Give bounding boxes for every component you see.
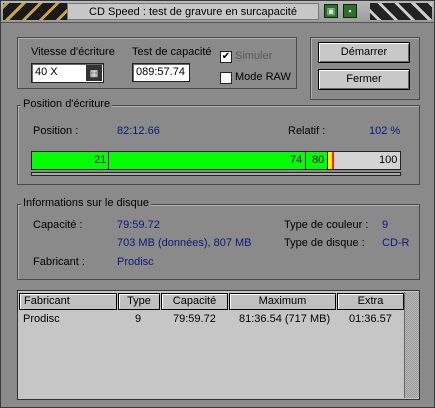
relative-label: Relatif : <box>288 125 326 137</box>
column-header-type[interactable]: Type <box>118 293 160 310</box>
progress-segment-2 <box>109 152 306 169</box>
close-window-icon[interactable]: ▪ <box>343 4 357 18</box>
cell-manufacturer: Prodisc <box>23 313 60 325</box>
title-decoration-left <box>3 3 67 20</box>
start-button[interactable]: Démarrer <box>318 42 410 63</box>
table-scrollbar[interactable] <box>404 292 419 398</box>
progress-mark-1: 21 <box>94 154 107 166</box>
cell-type: 9 <box>135 313 142 325</box>
capacity-test-input[interactable]: 089:57.74 <box>132 63 190 82</box>
progress-mark-4: 100 <box>379 154 398 166</box>
write-speed-value: 40 X <box>35 66 58 78</box>
cell-extra: 01:36.57 <box>349 313 392 325</box>
column-header-capacity[interactable]: Capacité <box>161 293 228 310</box>
relative-value: 102 % <box>369 125 401 137</box>
column-header-manufacturer[interactable]: Fabricant <box>19 293 117 310</box>
close-button[interactable]: Fermer <box>318 69 410 90</box>
write-progress-bar: 21 74 80 100 <box>31 151 401 170</box>
manufacturer-value: Prodisc <box>117 256 154 268</box>
dye-type-value: 9 <box>382 219 389 231</box>
capacity-label: Capacité : <box>33 219 83 231</box>
write-position-title: Position d'écriture <box>21 98 113 110</box>
position-label: Position : <box>33 125 79 137</box>
capacity-detail: 703 MB (données), 807 MB <box>117 237 252 249</box>
cell-maximum: 81:36.54 (717 MB) <box>239 313 331 325</box>
progress-mark-2: 74 <box>290 154 303 166</box>
column-header-maximum[interactable]: Maximum <box>229 293 336 310</box>
manufacturer-label: Fabricant : <box>33 256 85 268</box>
minimize-icon[interactable]: ▣ <box>324 4 338 18</box>
simulate-checkbox[interactable]: ✔ <box>220 51 232 63</box>
dye-type-label: Type de couleur : <box>284 219 369 231</box>
write-speed-select[interactable]: 40 X ▦ <box>31 63 104 83</box>
cd-speed-window: CD Speed : test de gravure en surcapacit… <box>0 0 435 408</box>
disc-type-label: Type de disque : <box>284 237 365 249</box>
window-title: CD Speed : test de gravure en surcapacit… <box>67 3 319 20</box>
raw-mode-checkbox[interactable] <box>220 72 232 84</box>
progress-mark-3: 80 <box>312 154 325 166</box>
capacity-test-label: Test de capacité <box>132 46 212 58</box>
disc-info-title: Informations sur le disque <box>21 197 151 209</box>
write-speed-label: Vitesse d'écriture <box>31 46 115 58</box>
title-decoration-right <box>370 3 432 20</box>
raw-mode-label: Mode RAW <box>235 71 291 83</box>
simulate-label: Simuler <box>235 50 273 62</box>
column-header-extra[interactable]: Extra <box>337 293 404 310</box>
progress-scale <box>31 172 401 176</box>
capacity-value: 79:59.72 <box>117 219 160 231</box>
dropdown-arrow-icon[interactable]: ▦ <box>86 65 102 81</box>
disc-type-value: CD-R <box>382 237 410 249</box>
position-value: 82:12.66 <box>117 125 160 137</box>
title-bar[interactable]: CD Speed : test de gravure en surcapacit… <box>1 1 434 23</box>
cell-capacity: 79:59.72 <box>173 313 216 325</box>
